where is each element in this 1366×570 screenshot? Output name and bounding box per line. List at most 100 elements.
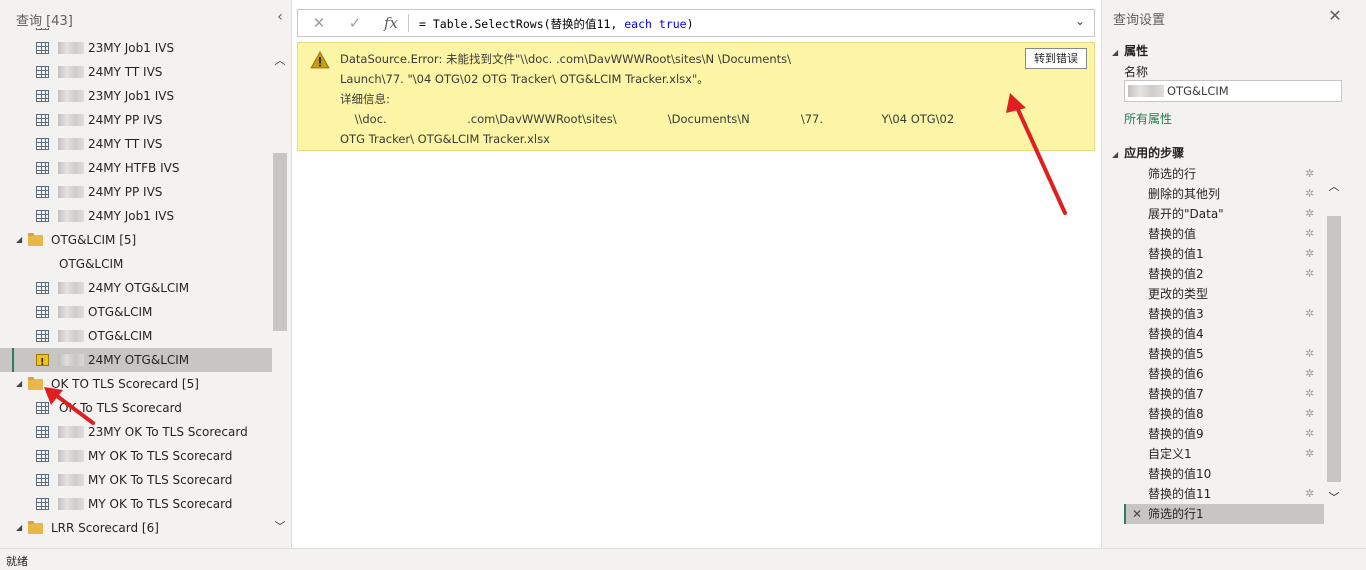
gear-icon[interactable]: ✲ [1305, 184, 1314, 204]
query-item[interactable]: 24MY TT IVS [0, 60, 272, 84]
applied-step[interactable]: 自定义1 ✲ [1124, 444, 1324, 464]
table-icon [36, 28, 49, 30]
all-properties-link[interactable]: 所有属性 [1124, 110, 1172, 127]
query-label: 24MY PP IVS [88, 113, 163, 127]
applied-step[interactable]: 替换的值4 [1124, 324, 1324, 344]
table-icon [36, 138, 49, 150]
gear-icon[interactable]: ✲ [1305, 204, 1314, 224]
close-icon[interactable]: ✕ [1326, 6, 1344, 26]
applied-step-label: 替换的值1 [1148, 247, 1204, 261]
scroll-up-icon[interactable]: ︿ [272, 52, 288, 68]
redacted-text [58, 210, 84, 222]
query-label: 24MY TT IVS [88, 65, 163, 79]
query-item[interactable]: L330 23MY PP IVS [0, 28, 272, 36]
formula-suffix: ) [686, 17, 694, 31]
gear-icon[interactable]: ✲ [1305, 304, 1314, 324]
applied-step[interactable]: 更改的类型 [1124, 284, 1324, 304]
applied-step-label: 删除的其他列 [1148, 187, 1221, 201]
chevron-down-icon[interactable]: ⌄ [1072, 14, 1088, 32]
scroll-down-icon[interactable]: ﹀ [1326, 489, 1342, 505]
query-item[interactable]: 23MY Job1 IVS [0, 36, 272, 60]
properties-heading[interactable]: ◢ 属性 [1112, 42, 1148, 59]
scroll-thumb[interactable] [273, 153, 287, 331]
applied-steps-heading[interactable]: ◢ 应用的步骤 [1112, 144, 1184, 161]
goto-error-button[interactable]: 转到错误 [1025, 48, 1087, 69]
query-item[interactable]: MY OK To TLS Scorecard [0, 468, 272, 492]
query-item[interactable]: OTG&LCIM [0, 300, 272, 324]
selection-indicator [1124, 504, 1126, 524]
caret-down-icon: ◢ [1112, 48, 1119, 57]
gear-icon[interactable]: ✲ [1305, 404, 1314, 424]
redacted-text [58, 66, 84, 78]
query-item[interactable]: 24MY TT IVS [0, 132, 272, 156]
gear-icon[interactable]: ✲ [1305, 484, 1314, 504]
query-item[interactable]: MY OK To TLS Scorecard [0, 444, 272, 468]
scroll-thumb[interactable] [1327, 216, 1341, 482]
queries-title: 查询 [43] [16, 14, 73, 29]
gear-icon[interactable]: ✲ [1305, 444, 1314, 464]
applied-step[interactable]: 替换的值2 ✲ [1124, 264, 1324, 284]
query-item[interactable]: 24MY OTG&LCIM [0, 276, 272, 300]
delete-step-icon[interactable]: ✕ [1132, 504, 1142, 524]
cancel-icon[interactable]: ✕ [308, 13, 330, 33]
query-item[interactable]: 24MY PP IVS [0, 108, 272, 132]
query-item[interactable]: OTG&LCIM [0, 324, 272, 348]
collapse-queries-pane-button[interactable]: ‹ [272, 8, 288, 26]
confirm-icon[interactable]: ✓ [344, 13, 366, 33]
query-folder[interactable]: ◢ LRR Scorecard [6] [0, 516, 272, 540]
applied-step[interactable]: 替换的值10 [1124, 464, 1324, 484]
table-icon [36, 186, 49, 198]
gear-icon[interactable]: ✲ [1305, 244, 1314, 264]
scroll-down-icon[interactable]: ﹀ [272, 518, 288, 534]
error-details-label: 详细信息: [340, 92, 390, 106]
gear-icon[interactable]: ✲ [1305, 384, 1314, 404]
gear-icon[interactable]: ✲ [1305, 224, 1314, 244]
applied-step[interactable]: 展开的"Data" ✲ [1124, 204, 1324, 224]
applied-step[interactable]: 替换的值11 ✲ [1124, 484, 1324, 504]
query-item[interactable]: 24MY Job1 IVS [0, 204, 272, 228]
redacted-text [58, 282, 84, 294]
applied-step[interactable]: 替换的值3 ✲ [1124, 304, 1324, 324]
query-item[interactable]: 24MY OTG&LCIM [0, 348, 272, 375]
query-label: 24MY TT IVS [88, 137, 163, 151]
query-item[interactable]: 24MY HTFB IVS [0, 156, 272, 180]
applied-step-label: 替换的值6 [1148, 367, 1204, 381]
applied-step[interactable]: 删除的其他列 ✲ [1124, 184, 1324, 204]
query-item[interactable]: 24MY PP IVS [0, 180, 272, 204]
query-item[interactable]: MY OK To TLS Scorecard [0, 492, 272, 516]
query-item[interactable]: 23MY OK To TLS Scorecard [0, 420, 272, 444]
caret-down-icon[interactable]: ◢ [16, 516, 22, 540]
caret-down-icon[interactable]: ◢ [16, 372, 22, 396]
formula-bar: ✕ ✓ fx = Table.SelectRows(替换的值11, each t… [297, 9, 1095, 37]
applied-step[interactable]: 替换的值7 ✲ [1124, 384, 1324, 404]
caret-down-icon[interactable]: ◢ [16, 228, 22, 252]
query-item[interactable]: OK To TLS Scorecard [0, 396, 272, 420]
formula-input[interactable]: = Table.SelectRows(替换的值11, each true) [419, 16, 694, 32]
applied-step[interactable]: 替换的值6 ✲ [1124, 364, 1324, 384]
applied-step-label: 替换的值3 [1148, 307, 1204, 321]
fx-icon[interactable]: fx [380, 13, 402, 33]
query-list-scrollbar[interactable]: ︿ ﹀ [272, 52, 288, 538]
applied-step-label: 替换的值10 [1148, 467, 1212, 481]
gear-icon[interactable]: ✲ [1305, 264, 1314, 284]
gear-icon[interactable]: ✲ [1305, 344, 1314, 364]
applied-step[interactable]: ✕ 筛选的行1 [1124, 504, 1324, 524]
gear-icon[interactable]: ✲ [1305, 364, 1314, 384]
gear-icon[interactable]: ✲ [1305, 164, 1314, 184]
query-folder[interactable]: ◢ OTG&LCIM [5] [0, 228, 272, 252]
preview-area: ✕ ✓ fx = Table.SelectRows(替换的值11, each t… [293, 0, 1101, 548]
query-item[interactable]: OTG&LCIM [0, 252, 272, 276]
applied-step[interactable]: 替换的值9 ✲ [1124, 424, 1324, 444]
warning-icon [310, 51, 330, 69]
scroll-up-icon[interactable]: ︿ [1326, 178, 1342, 194]
query-folder[interactable]: ◢ OK TO TLS Scorecard [5] [0, 372, 272, 396]
steps-scrollbar[interactable]: ︿ ﹀ [1326, 176, 1342, 508]
gear-icon[interactable]: ✲ [1305, 424, 1314, 444]
applied-step[interactable]: 替换的值5 ✲ [1124, 344, 1324, 364]
table-icon [36, 306, 49, 318]
applied-step[interactable]: 替换的值8 ✲ [1124, 404, 1324, 424]
query-item[interactable]: 23MY Job1 IVS [0, 84, 272, 108]
applied-step[interactable]: 筛选的行 ✲ [1124, 164, 1324, 184]
applied-step[interactable]: 替换的值1 ✲ [1124, 244, 1324, 264]
applied-step[interactable]: 替换的值 ✲ [1124, 224, 1324, 244]
